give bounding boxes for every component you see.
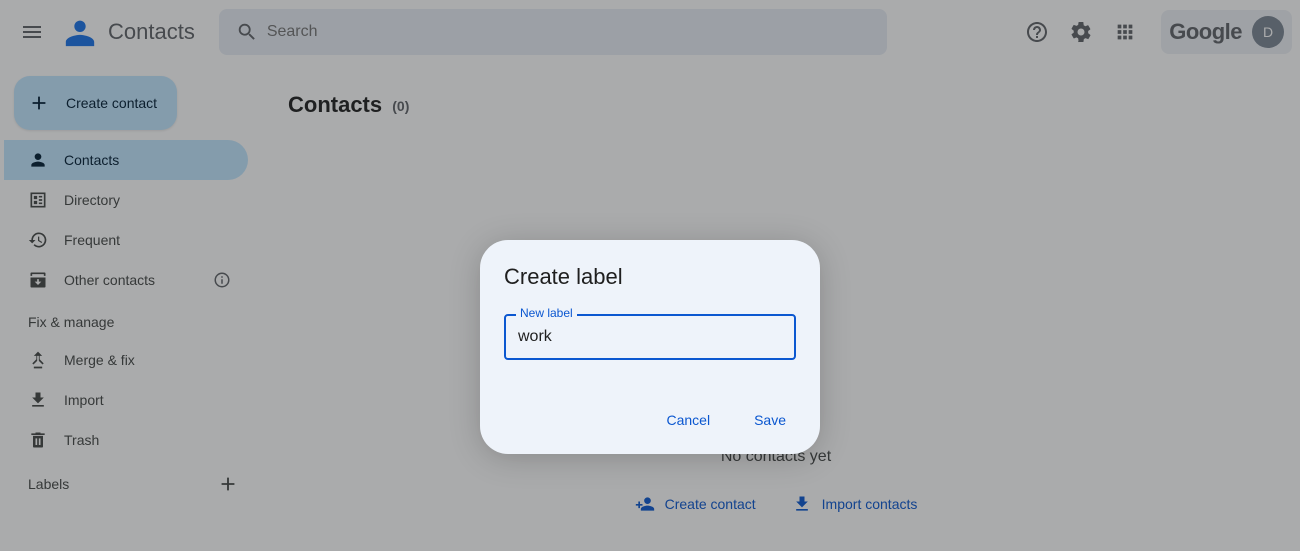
save-button[interactable]: Save	[744, 404, 796, 436]
dialog-actions: Cancel Save	[504, 404, 796, 436]
label-name-input[interactable]	[504, 314, 796, 360]
field-label: New label	[516, 306, 577, 320]
dialog-title: Create label	[504, 264, 796, 290]
create-label-dialog: Create label New label Cancel Save	[480, 240, 820, 454]
label-name-field: New label	[504, 314, 796, 360]
cancel-button[interactable]: Cancel	[656, 404, 720, 436]
